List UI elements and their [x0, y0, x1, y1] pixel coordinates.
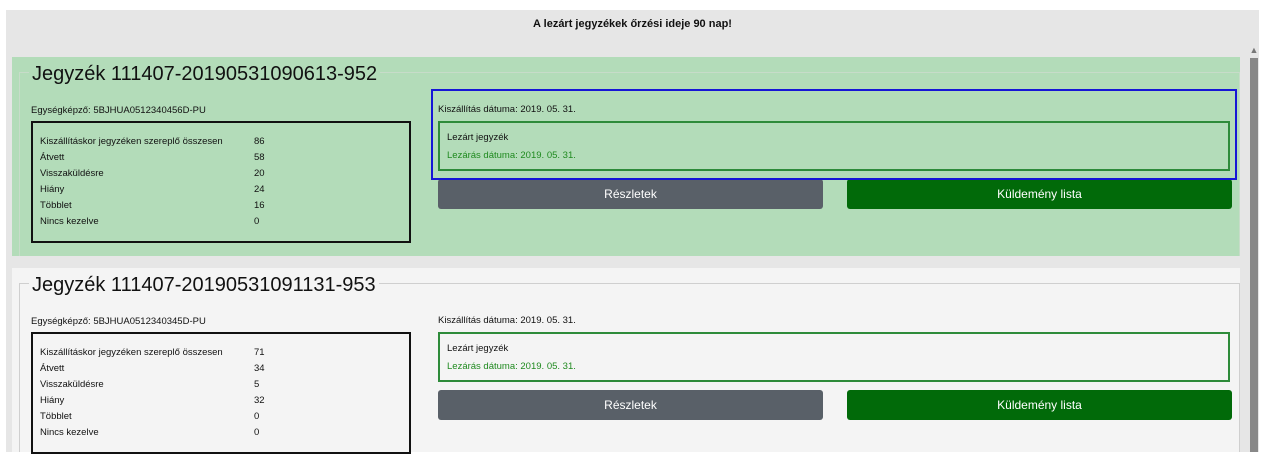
stat-label: Kiszállításkor jegyzéken szereplő összes…: [40, 136, 223, 147]
vertical-scrollbar[interactable]: ▲: [1249, 44, 1259, 452]
stat-label: Hiány: [40, 395, 65, 406]
details-button[interactable]: Részletek: [438, 390, 823, 420]
manifest-card: Jegyzék 111407-20190531090613-952 Egység…: [12, 57, 1240, 256]
shipping-date: Kiszállítás dátuma: 2019. 05. 31.: [438, 104, 576, 115]
stat-label: Átvett: [40, 363, 65, 374]
stat-value: 86: [254, 136, 265, 147]
closed-status-box: Lezárt jegyzék Lezárás dátuma: 2019. 05.…: [438, 332, 1230, 382]
stat-value: 24: [254, 184, 265, 195]
manifest-card: Jegyzék 111407-20190531091131-953 Egység…: [12, 268, 1240, 454]
stat-label: Nincs kezelve: [40, 216, 99, 227]
stat-label: Hiány: [40, 184, 65, 195]
closed-status-box: Lezárt jegyzék Lezárás dátuma: 2019. 05.…: [438, 121, 1230, 171]
unit-label: Egységképző: 5BJHUA0512340456D-PU: [31, 105, 206, 116]
stat-label: Átvett: [40, 152, 65, 163]
stat-value: 16: [254, 200, 265, 211]
manifest-title: Jegyzék 111407-20190531090613-952: [29, 61, 381, 87]
stat-label: Kiszállításkor jegyzéken szereplő összes…: [40, 347, 223, 358]
closed-status-title: Lezárt jegyzék: [447, 343, 509, 354]
stat-value: 34: [254, 363, 265, 374]
closed-date: Lezárás dátuma: 2019. 05. 31.: [447, 361, 576, 372]
stat-value: 20: [254, 168, 265, 179]
stat-label: Nincs kezelve: [40, 427, 99, 438]
stat-value: 32: [254, 395, 265, 406]
stat-label: Többlet: [40, 411, 72, 422]
stats-box: Kiszállításkor jegyzéken szereplő összes…: [31, 121, 411, 243]
stat-value: 58: [254, 152, 265, 163]
stat-value: 71: [254, 347, 265, 358]
stat-label: Visszaküldésre: [40, 379, 104, 390]
closed-status-title: Lezárt jegyzék: [447, 132, 509, 143]
scrollbar-thumb[interactable]: [1250, 58, 1258, 452]
stat-label: Visszaküldésre: [40, 168, 104, 179]
manifest-title: Jegyzék 111407-20190531091131-953: [29, 272, 379, 298]
retention-notice: A lezárt jegyzékek őrzési ideje 90 nap!: [533, 18, 732, 30]
stat-value: 0: [254, 427, 260, 438]
stats-box: Kiszállításkor jegyzéken szereplő összes…: [31, 332, 411, 454]
scroll-up-icon[interactable]: ▲: [1249, 44, 1259, 56]
stat-value: 5: [254, 379, 260, 390]
details-button[interactable]: Részletek: [438, 179, 823, 209]
shipping-date: Kiszállítás dátuma: 2019. 05. 31.: [438, 315, 576, 326]
stat-value: 0: [254, 411, 260, 422]
stat-value: 0: [254, 216, 260, 227]
shipment-list-button[interactable]: Küldemény lista: [847, 390, 1232, 420]
stat-label: Többlet: [40, 200, 72, 211]
unit-label: Egységképző: 5BJHUA0512340345D-PU: [31, 316, 206, 327]
shipment-list-button[interactable]: Küldemény lista: [847, 179, 1232, 209]
closed-date: Lezárás dátuma: 2019. 05. 31.: [447, 150, 576, 161]
